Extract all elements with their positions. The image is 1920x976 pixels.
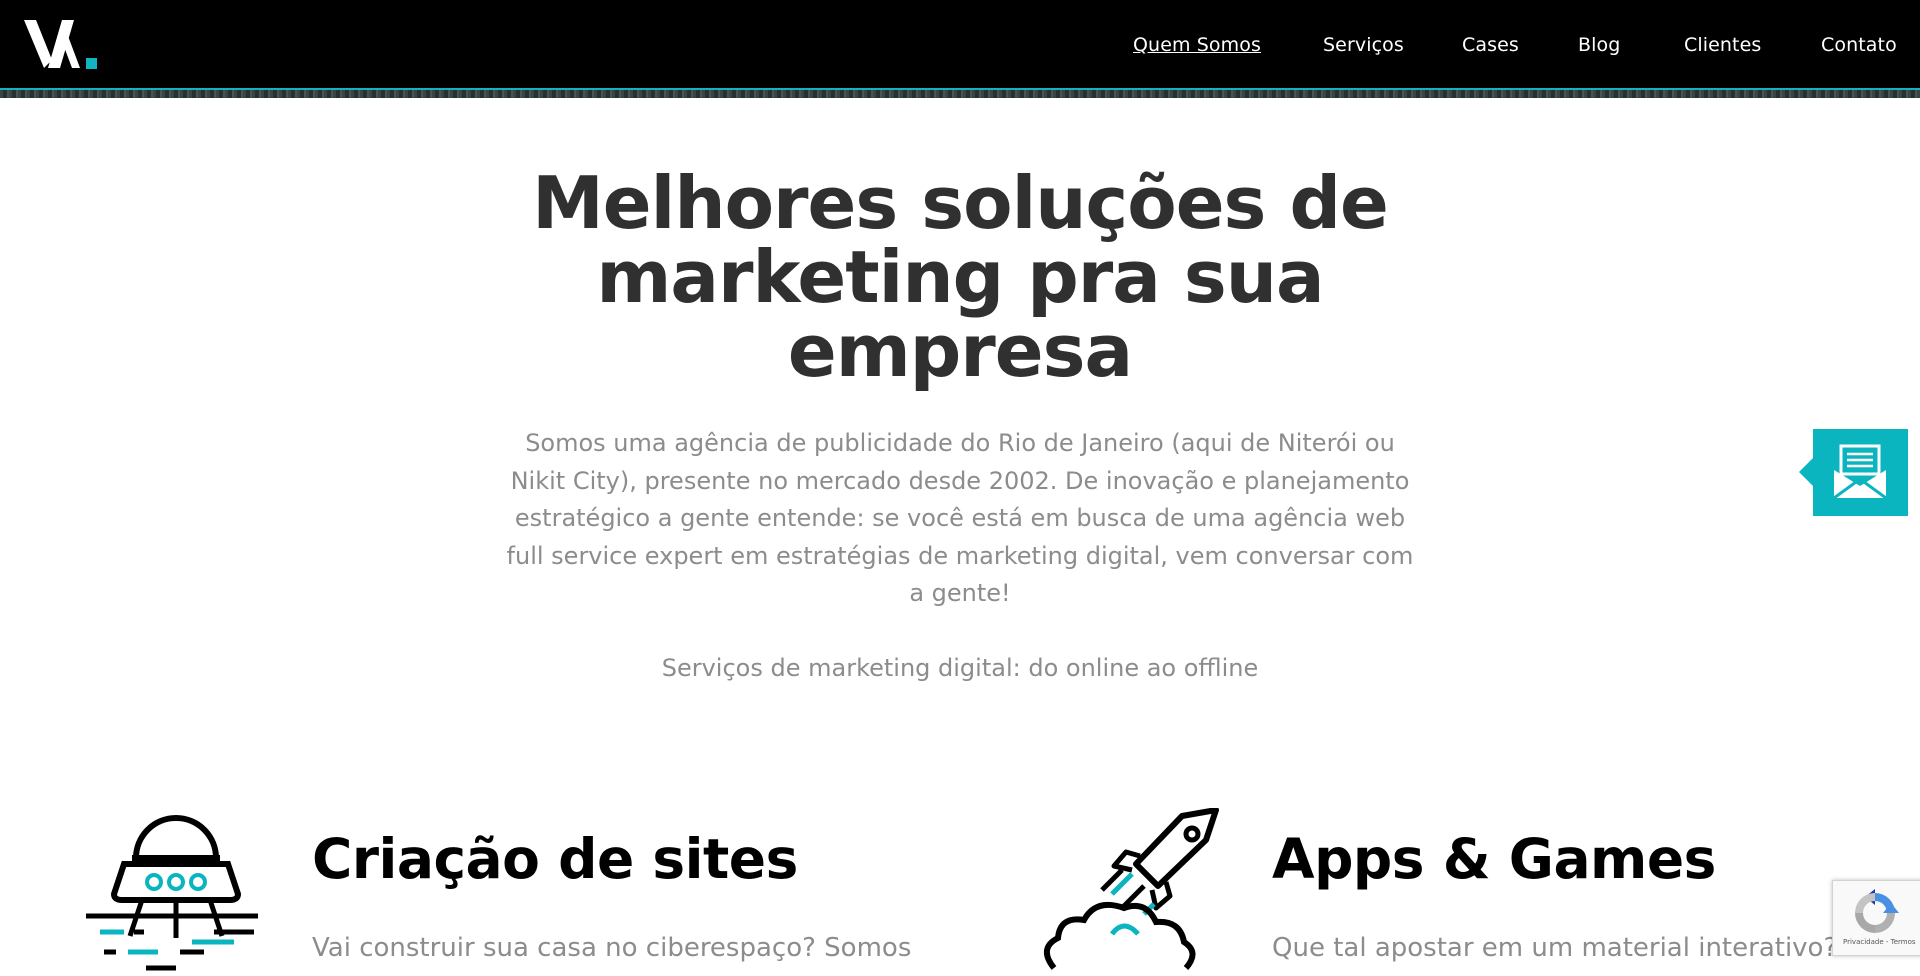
nav-menu: Quem Somos Serviços Cases Blog Clientes … bbox=[0, 0, 1920, 88]
mail-icon bbox=[1833, 444, 1887, 500]
service-title-apps-games: Apps & Games bbox=[1272, 827, 1716, 891]
recaptcha-links[interactable]: Privacidade - Termos bbox=[1843, 938, 1916, 946]
nav-link-blog[interactable]: Blog bbox=[1578, 33, 1620, 57]
top-navbar: Quem Somos Serviços Cases Blog Clientes … bbox=[0, 0, 1920, 88]
nav-link-cases[interactable]: Cases bbox=[1462, 33, 1519, 57]
nav-link-servicos[interactable]: Serviços bbox=[1323, 33, 1404, 57]
service-text-criacao-de-sites: Vai construir sua casa no ciberespaço? S… bbox=[312, 933, 912, 963]
hero-description: Somos uma agência de publicidade do Rio … bbox=[506, 429, 1414, 607]
ufo-icon bbox=[84, 808, 264, 976]
service-text-apps-games: Que tal apostar em um material interativ… bbox=[1272, 933, 1838, 963]
recaptcha-icon bbox=[1855, 889, 1899, 933]
nav-link-quem-somos[interactable]: Quem Somos bbox=[1133, 33, 1261, 57]
service-title-criacao-de-sites: Criação de sites bbox=[312, 827, 798, 891]
hero-subtitle: Serviços de marketing digital: do online… bbox=[661, 654, 1259, 682]
floating-contact-button[interactable] bbox=[1799, 429, 1908, 516]
hero-title: Melhores soluções de marketing pra sua e… bbox=[532, 161, 1389, 393]
recaptcha-badge[interactable]: Privacidade - Termos bbox=[1832, 880, 1920, 956]
rocket-cloud-icon bbox=[1040, 807, 1230, 976]
header-banner-strip bbox=[0, 88, 1920, 98]
nav-link-contato[interactable]: Contato bbox=[1821, 33, 1897, 57]
nav-link-clientes[interactable]: Clientes bbox=[1684, 33, 1761, 57]
